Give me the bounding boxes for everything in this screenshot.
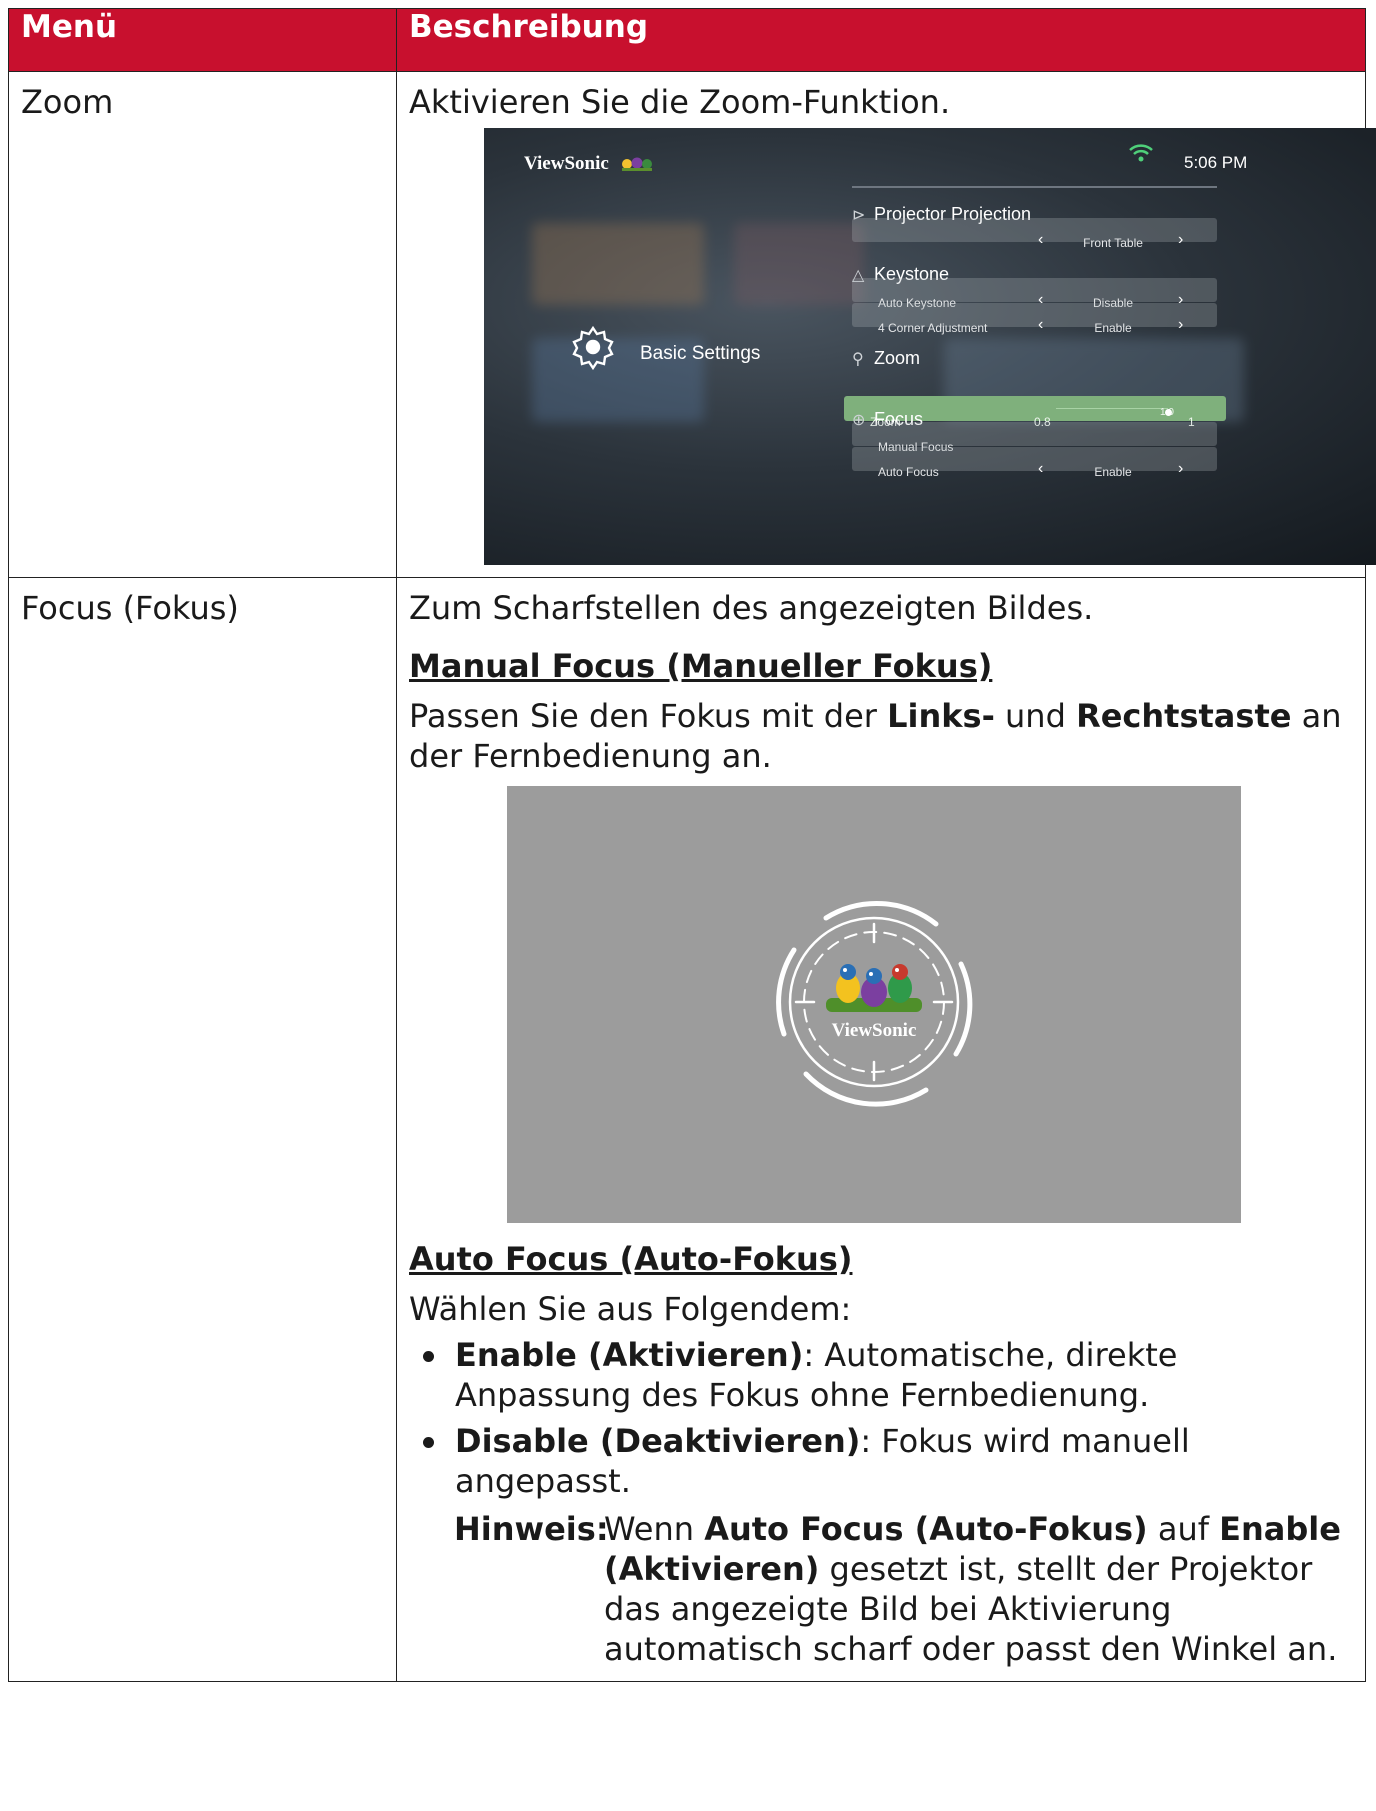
left-key-label: Links- — [887, 697, 995, 735]
right-key-label: Rechtstaste — [1076, 697, 1292, 735]
text-run: Passen Sie den Fokus mit der — [409, 697, 888, 735]
projection-value: Front Table — [1083, 236, 1143, 250]
row-value: Enable — [1094, 321, 1132, 335]
zoom-settings-screenshot: ViewSonic 5:06 PM Basic Settings ⊳ Proje… — [484, 128, 1376, 565]
focus-pattern-image: ViewSonic — [507, 786, 1241, 1223]
note-text: Wenn Auto Focus (Auto-Fokus) auf Enable … — [604, 1509, 1353, 1669]
zoom-description: Aktivieren Sie die Zoom-Funktion. — [409, 83, 951, 121]
option-label: Disable (Deaktivieren) — [455, 1422, 861, 1460]
search-icon: ⚲ — [852, 351, 864, 368]
list-item: Disable (Deaktivieren): Fokus wird manue… — [419, 1421, 1353, 1501]
auto-focus-heading: Auto Focus (Auto-Fokus) — [409, 1240, 853, 1278]
background-tile — [532, 223, 704, 305]
section-label: Zoom — [874, 348, 921, 368]
table-row-focus: Focus (Fokus) Zum Scharfstellen des ange… — [8, 577, 1366, 1682]
auto-keystone-row[interactable]: Auto Keystone ‹ Disable › — [852, 278, 1217, 310]
clock: 5:06 PM — [1184, 153, 1248, 172]
focus-logo-brand: ViewSonic — [832, 1020, 917, 1041]
viewsonic-logo: ViewSonic — [524, 144, 654, 184]
settings-gear-icon — [572, 325, 614, 371]
brand-text: ViewSonic — [524, 153, 609, 174]
option-label: Enable (Aktivieren) — [455, 1336, 804, 1374]
header-description: Beschreibung — [396, 8, 1366, 72]
chevron-right-icon[interactable]: › — [1178, 220, 1183, 260]
chevron-left-icon[interactable]: ‹ — [1038, 220, 1043, 260]
basic-settings-label: Basic Settings — [640, 343, 761, 364]
description-cell-zoom: Aktivieren Sie die Zoom-Funktion. ViewSo… — [396, 71, 1376, 578]
auto-focus-options: Enable (Aktivieren): Automatische, direk… — [409, 1335, 1353, 1501]
focus-target-logo: ViewSonic — [776, 901, 973, 1107]
manual-focus-text: Passen Sie den Fokus mit der Links- und … — [409, 696, 1353, 776]
description-cell-focus: Zum Scharfstellen des angezeigten Bildes… — [396, 577, 1366, 1682]
note-label: Hinweis: — [454, 1510, 609, 1548]
manual-focus-row[interactable]: Manual Focus — [852, 422, 1217, 454]
text-run: und — [994, 697, 1077, 735]
zoom-slider-handle[interactable] — [1164, 409, 1172, 416]
text-bold: Auto Focus (Auto-Fokus) — [704, 1510, 1148, 1548]
manual-focus-heading: Manual Focus (Manueller Fokus) — [409, 647, 993, 685]
chevron-left-icon[interactable]: ‹ — [1038, 449, 1043, 489]
menu-cell-focus: Focus (Fokus) — [8, 577, 397, 1682]
list-item: Enable (Aktivieren): Automatische, direk… — [419, 1335, 1353, 1415]
chevron-right-icon[interactable]: › — [1178, 449, 1183, 489]
note: Hinweis: Wenn Auto Focus (Auto-Fokus) au… — [409, 1509, 1353, 1669]
auto-focus-row[interactable]: Auto Focus ‹ Enable › — [852, 447, 1217, 479]
chevron-right-icon[interactable]: › — [1178, 305, 1183, 345]
birds-icon — [621, 157, 652, 171]
table-row-zoom: Zoom Aktivieren Sie die Zoom-Funktion. V… — [8, 71, 1376, 578]
row-value: Enable — [1094, 465, 1132, 479]
menu-table: Menü Beschreibung Zoom Aktivieren Sie di… — [8, 8, 1376, 1682]
table-header-row: Menü Beschreibung — [8, 8, 1366, 72]
row-label: Auto Focus — [878, 465, 939, 479]
auto-focus-intro: Wählen Sie aus Folgendem: — [409, 1290, 852, 1328]
chevron-left-icon[interactable]: ‹ — [1038, 305, 1043, 345]
zoom-slider-track[interactable] — [1056, 408, 1168, 409]
background-tile — [734, 223, 864, 305]
section-zoom: ⚲ Zoom — [852, 338, 920, 380]
wifi-icon — [1129, 144, 1153, 162]
text-run: Wenn — [604, 1510, 705, 1548]
corner-adjustment-row[interactable]: 4 Corner Adjustment ‹ Enable › — [852, 303, 1217, 335]
projection-row[interactable]: ‹ Front Table › — [852, 218, 1217, 250]
header-menu: Menü — [8, 8, 397, 72]
text-run: auf — [1147, 1510, 1220, 1548]
divider — [852, 186, 1217, 188]
menu-cell-zoom: Zoom — [8, 71, 397, 578]
focus-description: Zum Scharfstellen des angezeigten Bildes… — [409, 589, 1094, 627]
